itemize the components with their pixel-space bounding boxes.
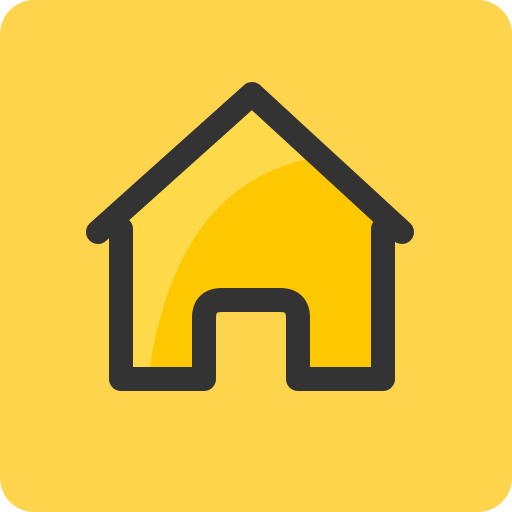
app-icon[interactable]	[0, 0, 512, 512]
home-icon	[0, 0, 512, 512]
